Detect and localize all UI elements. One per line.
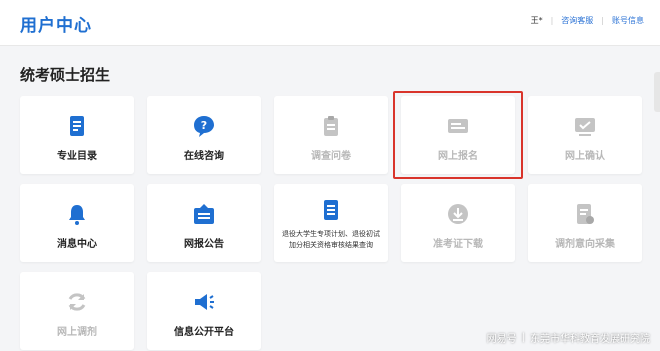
tile-label: 专业目录 — [57, 151, 97, 162]
tile-admission-ticket-download[interactable]: 准考证下载 — [401, 184, 515, 262]
megaphone-icon — [195, 294, 214, 310]
form-icon — [577, 204, 594, 224]
document-icon — [324, 200, 338, 220]
watermark-author: 东莞市华科教育发展研究院 — [530, 334, 650, 345]
user-name[interactable]: 王* — [531, 15, 543, 26]
watermark-divider: | — [521, 332, 525, 343]
tile-registration-notice[interactable]: 网报公告 — [147, 184, 261, 262]
check-screen-icon — [575, 118, 595, 136]
tile-adjustment-intention[interactable]: 调剂意向采集 — [528, 184, 642, 262]
tile-online-confirmation[interactable]: 网上确认 — [528, 96, 642, 174]
tile-label: 网报公告 — [184, 239, 224, 250]
watermark-source: 网易号 — [486, 334, 517, 345]
tile-label: 网上确认 — [565, 151, 605, 162]
header-divider: | — [550, 16, 554, 25]
tile-online-consult[interactable]: ? 在线咨询 — [147, 96, 261, 174]
tile-label: 在线咨询 — [184, 151, 224, 162]
header-bar: 用户中心 王* | 咨询客服 | 账号信息 — [0, 0, 660, 46]
tile-message-center[interactable]: 消息中心 — [20, 184, 134, 262]
catalog-icon — [70, 116, 84, 136]
clipboard-icon — [324, 116, 338, 136]
section-title: 统考硕士招生 — [20, 66, 111, 84]
tile-label: 调查问卷 — [311, 151, 351, 162]
download-icon — [448, 204, 468, 224]
highlight-box — [393, 91, 523, 179]
tile-label: 网上调剂 — [57, 327, 97, 338]
tile-survey[interactable]: 调查问卷 — [274, 96, 388, 174]
tile-label: 准考证下载 — [433, 239, 483, 250]
account-info-link[interactable]: 账号信息 — [612, 15, 644, 26]
tile-program-catalog[interactable]: 专业目录 — [20, 96, 134, 174]
tile-label: 消息中心 — [57, 239, 97, 250]
tile-label: 信息公开平台 — [174, 327, 234, 338]
tile-label: 调剂意向采集 — [555, 239, 615, 250]
page-title: 用户中心 — [20, 16, 92, 36]
svg-text:?: ? — [201, 119, 207, 132]
header-actions: 王* | 咨询客服 | 账号信息 — [531, 15, 644, 26]
chat-question-icon: ? — [194, 116, 214, 137]
tile-online-adjustment[interactable]: 网上调剂 — [20, 272, 134, 350]
side-panel-tab[interactable] — [654, 72, 660, 112]
tile-info-disclosure[interactable]: 信息公开平台 — [147, 272, 261, 350]
bell-icon — [69, 205, 85, 225]
refresh-icon — [68, 293, 86, 311]
watermark: 网易号 | 东莞市华科教育发展研究院 — [487, 330, 650, 345]
tile-veteran-review-query[interactable]: 退役大学生专项计划、退役初试加分相关资格审核结果查询 — [274, 184, 388, 262]
header-divider: | — [601, 16, 604, 25]
customer-service-link[interactable]: 咨询客服 — [561, 15, 593, 26]
tile-label: 退役大学生专项计划、退役初试加分相关资格审核结果查询 — [282, 230, 380, 249]
notice-board-icon — [194, 204, 214, 224]
